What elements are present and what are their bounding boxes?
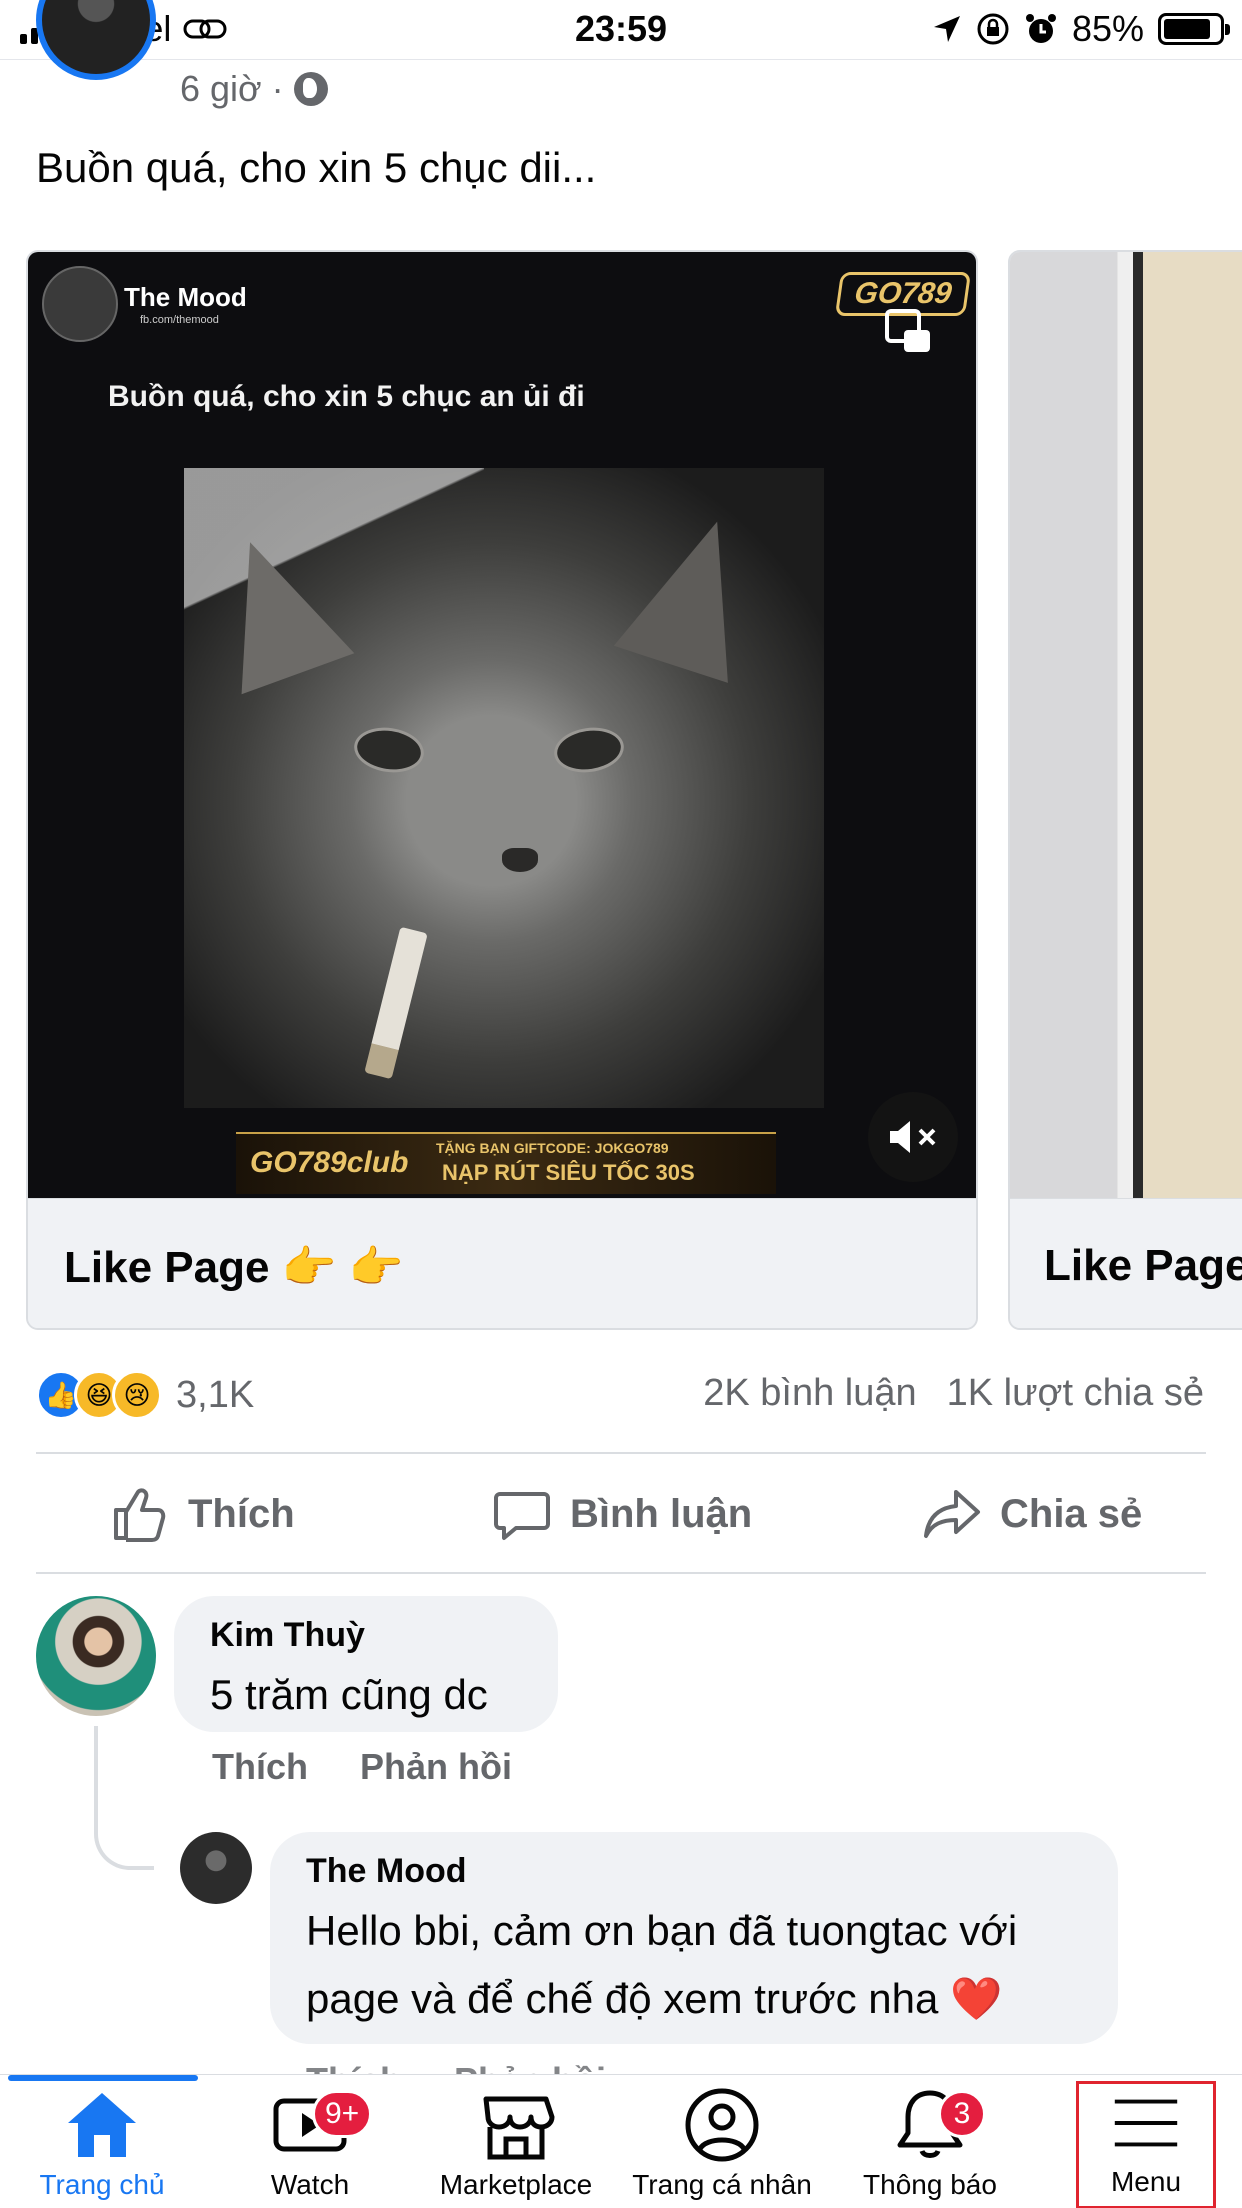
alarm-icon [1025,14,1056,43]
status-right: 85% [932,8,1230,50]
post-time-separator: · [271,68,284,109]
reply-text-line-1: Hello bbi, cảm ơn bạn đã tuongtac với [306,1907,1018,1954]
carousel-image-2[interactable] [1010,252,1242,1198]
divider [36,1452,1206,1454]
card-footer: Like Page 👉 👉 [28,1198,976,1328]
cat-image [184,468,824,1108]
heart-emoji: ❤️ [950,1975,1003,2022]
carousel-card-2[interactable]: Like Page [1008,250,1242,1330]
comment-icon [494,1492,550,1540]
status-bar: Viettel 23:59 85% [0,0,1242,60]
bottom-tab-bar: Trang chủ Watch Marketplace Trang cá nhâ… [0,2074,1242,2208]
rotation-lock-icon [977,13,1009,45]
commenter-avatar[interactable] [36,1596,156,1716]
tab-menu-label: Menu [1110,2166,1182,2197]
video-page-url: fb.com/themood [140,314,219,326]
like-button-label: Thích [188,1491,295,1536]
page-logo [42,266,118,342]
post-stats: 2K bình luận 1K lượt chia sẻ [703,1372,1204,1415]
tab-marketplace[interactable]: Marketplace [420,2081,612,2208]
battery-icon [1158,13,1230,45]
location-arrow-icon [933,16,960,42]
divider [36,1572,1206,1574]
tab-home-label: Trang chủ [39,2169,165,2200]
post-author-avatar[interactable] [36,0,156,80]
share-arrow-icon [924,1490,980,1538]
hamburger-menu-icon [1114,2099,1178,2147]
share-button-label: Chia sẻ [1000,1491,1143,1536]
reaction-count: 3,1K [176,1373,255,1416]
shop-icon [483,2096,555,2160]
comment-button[interactable]: Bình luận [492,1456,752,1572]
like-page-cta[interactable]: Like Page 👉 👉 [64,1241,403,1293]
carousel-card-1[interactable]: The Mood fb.com/themood GO789 Buồn quá, … [26,250,978,1330]
tab-notifications[interactable]: Thông báo [840,2081,1020,2208]
comment-author[interactable]: Kim Thuỳ [210,1616,522,1655]
video-caption: Buồn quá, cho xin 5 chục an ủi đi [108,380,585,413]
card-footer-2: Like Page [1010,1198,1242,1328]
comment-bubble[interactable]: Kim Thuỳ 5 trăm cũng dc [174,1596,558,1732]
sad-reaction-icon: 😢 [112,1370,162,1420]
video-player[interactable]: The Mood fb.com/themood GO789 Buồn quá, … [28,252,976,1198]
reply-thread-line [94,1726,154,1870]
globe-icon [293,72,328,106]
battery-percent: 85% [1071,8,1144,49]
page-reply-avatar[interactable] [180,1832,252,1904]
post-actions: Thích Bình luận Chia sẻ [0,1456,1242,1572]
comment-button-label: Bình luận [570,1491,753,1536]
tab-profile-label: Trang cá nhân [632,2169,812,2200]
banner-brand: GO789club [250,1146,409,1179]
thumbs-up-icon [114,1488,166,1542]
video-page-name: The Mood [124,282,247,312]
reply-bubble[interactable]: The Mood Hello bbi, cảm ơn bạn đã tuongt… [270,1832,1118,2044]
like-button[interactable]: Thích [110,1456,295,1572]
reply-text: Hello bbi, cảm ơn bạn đã tuongtac với pa… [306,1897,1082,2033]
banner-line-2: NẠP RÚT SIÊU TỐC 30S [442,1160,695,1185]
comment-actions: Thích Phản hồi [212,1746,512,1788]
reply-author[interactable]: The Mood [306,1852,1082,1891]
post-timestamp: 6 giờ · [180,68,328,110]
notifications-badge: 3 [938,2090,986,2138]
tab-notifications-label: Thông báo [863,2169,997,2200]
share-count[interactable]: 1K lượt chia sẻ [947,1372,1204,1415]
picture-in-picture-icon[interactable] [884,308,932,354]
comment-count[interactable]: 2K bình luận [703,1372,916,1415]
post-time-text: 6 giờ [180,68,262,109]
tab-home[interactable]: Trang chủ [12,2081,192,2208]
ad-banner: GO789club TẶNG BẠN GIFTCODE: JOKGO789 NẠ… [236,1132,776,1194]
reactions-summary[interactable]: 👍 😆 😢 3,1K [36,1370,254,1420]
banner-line-1: TẶNG BẠN GIFTCODE: JOKGO789 [436,1140,669,1156]
tab-menu[interactable]: Menu [1076,2081,1216,2208]
comment-text: 5 trăm cũng dc [210,1671,488,1718]
mute-button[interactable] [868,1092,958,1182]
share-button[interactable]: Chia sẻ [922,1456,1142,1572]
tab-marketplace-label: Marketplace [439,2169,593,2200]
profile-icon [685,2088,759,2162]
comment-like-link[interactable]: Thích [212,1746,308,1788]
reply-text-line-2: page và để chế độ xem trước nha ❤️ [306,1965,1082,2033]
comment-reply-link[interactable]: Phản hồi [360,1746,512,1788]
tab-watch-label: Watch [270,2169,350,2200]
home-icon [68,2093,136,2157]
like-page-cta-2[interactable]: Like Page [1044,1241,1242,1291]
tab-profile[interactable]: Trang cá nhân [626,2081,818,2208]
reply-text-line-2-text: page và để chế độ xem trước nha [306,1975,939,2022]
watch-badge: 9+ [312,2090,373,2138]
post-text: Buồn quá, cho xin 5 chục dii... [36,144,597,191]
speaker-muted-icon [890,1121,936,1153]
